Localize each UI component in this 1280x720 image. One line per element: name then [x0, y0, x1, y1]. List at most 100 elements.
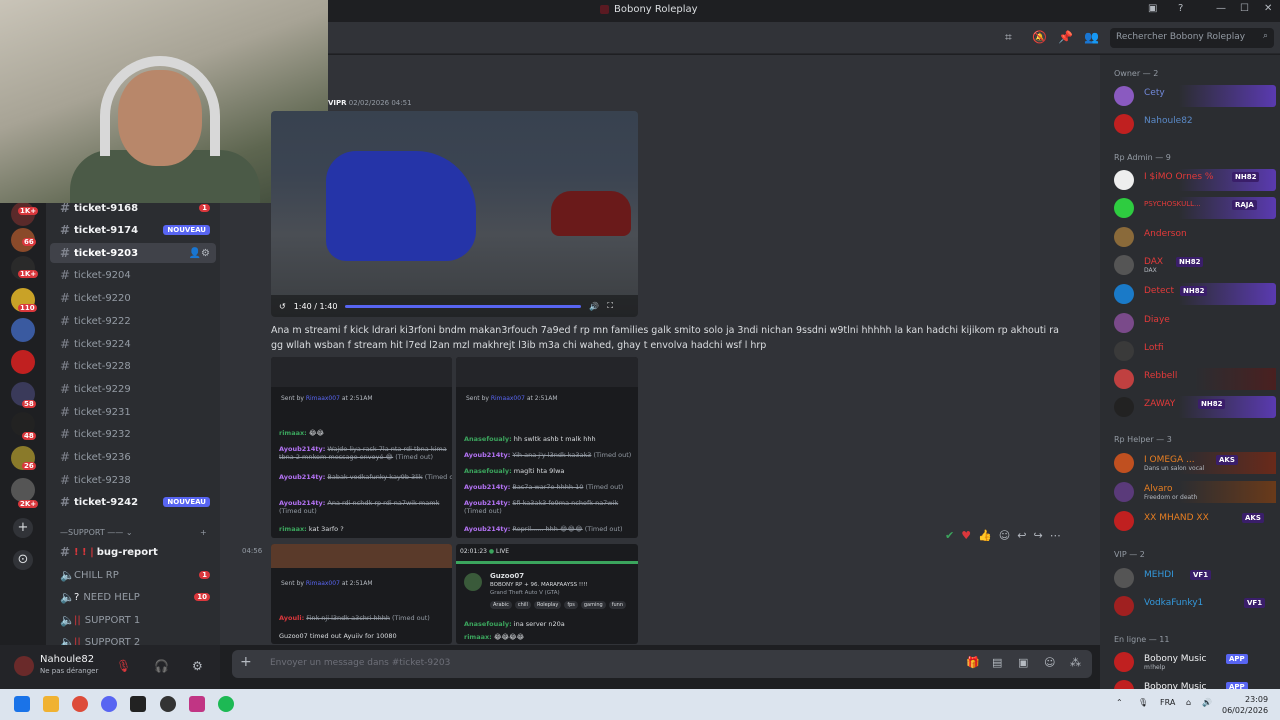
input-language[interactable]: FRA — [1160, 698, 1175, 707]
file-explorer-icon[interactable] — [43, 696, 59, 712]
channel-item[interactable]: # ticket-9242 NOUVEAU — [50, 492, 216, 512]
member-item[interactable]: ZAWAY NH82 — [1114, 396, 1276, 418]
channel-item[interactable]: # ticket-9231 — [50, 402, 216, 422]
member-item[interactable]: Lotfi — [1114, 340, 1276, 362]
member-item[interactable]: Nahoule82 — [1114, 113, 1276, 135]
channel-item[interactable]: # ticket-9228 — [50, 356, 216, 376]
search-input[interactable]: Rechercher Bobony Roleplay ⌕ — [1110, 28, 1274, 48]
add-server-button[interactable]: + — [13, 518, 33, 538]
channel-item[interactable]: # ticket-9174 NOUVEAU — [50, 220, 216, 240]
discord-icon[interactable] — [101, 696, 117, 712]
member-item[interactable]: I $iMO Ornes % NH82 — [1114, 169, 1276, 191]
chrome-icon[interactable] — [72, 696, 88, 712]
add-reaction-icon[interactable]: ☺ — [999, 529, 1010, 542]
member-item[interactable]: XX MHAND XX AKS — [1114, 510, 1276, 532]
member-item[interactable]: I OMEGA ... AKS Dans un salon vocal — [1114, 452, 1276, 474]
channel-settings-icon[interactable]: 👤⚙ — [189, 248, 210, 259]
video-progress-bar[interactable] — [345, 304, 582, 308]
image-attachment[interactable]: 02:01:23 ● LIVE Guzoo07 BOBONY RP + 96. … — [456, 544, 638, 644]
notifications-muted-icon[interactable]: 🔕 — [1032, 30, 1047, 44]
emoji-icon[interactable]: ☺ — [1044, 656, 1055, 669]
add-channel-icon[interactable]: + — [200, 528, 207, 537]
spotify-icon[interactable] — [218, 696, 234, 712]
message-text: Ana m streami f kick ldrari ki3rfoni bnd… — [271, 325, 1059, 351]
avatar — [1114, 397, 1134, 417]
image-attachment[interactable]: Sent by Rimaax007 at 2:51AM Ayouli: Fink… — [271, 544, 452, 644]
server-icon[interactable] — [11, 350, 35, 374]
maximize-button[interactable]: ☐ — [1240, 3, 1249, 14]
voice-channel-item[interactable]: 🔈? NEED HELP 10 — [50, 587, 216, 607]
member-item[interactable]: Bobony Music APP m!help — [1114, 651, 1276, 673]
video-attachment[interactable]: ↺ 1:40 / 1:40 🔊 ⛶ — [271, 111, 638, 317]
mic-muted-icon[interactable]: 🎙 — [116, 659, 131, 673]
capcut-icon[interactable] — [130, 696, 146, 712]
member-item[interactable]: Diaye — [1114, 312, 1276, 334]
heart-reaction-icon[interactable]: ♥ — [961, 529, 971, 542]
clock[interactable]: 23:09 06/02/2026 — [1222, 694, 1268, 716]
mic-icon[interactable]: 🎙 — [1138, 698, 1148, 707]
threads-icon[interactable]: ⌗ — [1005, 30, 1012, 45]
pin-icon[interactable]: 📌 — [1058, 30, 1073, 44]
voice-channel-item[interactable]: 🔈 || SUPPORT 2 — [50, 632, 216, 645]
member-item[interactable]: Detect NH82 — [1114, 283, 1276, 305]
attach-plus-icon[interactable]: + — [240, 654, 252, 670]
server-icon[interactable] — [11, 478, 35, 502]
member-item[interactable]: PSYCHOSKULL... RAJA — [1114, 197, 1276, 219]
inbox-icon[interactable]: ▣ — [1148, 3, 1157, 14]
member-item[interactable]: VodkaFunky1 VF1 — [1114, 595, 1276, 617]
check-reaction-icon[interactable]: ✔ — [945, 529, 954, 542]
member-list-icon[interactable]: 👥 — [1084, 30, 1099, 44]
member-item[interactable]: Anderson — [1114, 226, 1276, 248]
image-attachment[interactable]: Sent by Rimaax007 at 2:51AM Anasefoualy:… — [456, 357, 638, 538]
member-item[interactable]: DAX NH82 DAX — [1114, 254, 1276, 276]
volume-icon[interactable]: 🔊 — [589, 302, 599, 311]
channel-header: ⌗ 🔕 📌 👥 Rechercher Bobony Roleplay ⌕ — [220, 22, 1280, 54]
channel-item[interactable]: # ticket-9222 — [50, 311, 216, 331]
image-attachment[interactable]: Sent by Rimaax007 at 2:51AM rimaax: 😂😂 A… — [271, 357, 452, 538]
network-icon[interactable]: ⌂ — [1186, 698, 1191, 707]
hash-icon: # — [60, 405, 71, 419]
help-icon[interactable]: ? — [1178, 3, 1183, 14]
headphones-muted-icon[interactable]: 🎧 — [154, 659, 169, 673]
volume-icon[interactable]: 🔊 — [1202, 698, 1212, 707]
message-composer[interactable]: + Envoyer un message dans #ticket-9203 🎁… — [232, 650, 1092, 678]
channel-item[interactable]: # ticket-9229 — [50, 379, 216, 399]
server-icon[interactable] — [11, 318, 35, 342]
voice-channel-item[interactable]: 🔈 || SUPPORT 1 — [50, 610, 216, 630]
fullscreen-icon[interactable]: ⛶ — [607, 301, 613, 311]
thumbs-up-reaction-icon[interactable]: 👍 — [978, 529, 992, 542]
voice-channel-item[interactable]: 🔈 CHILL RP 1 — [50, 565, 216, 585]
unread-badge: 48 — [22, 432, 36, 440]
avatar — [1114, 86, 1134, 106]
member-item[interactable]: Cety — [1114, 85, 1276, 107]
tray-chevron-icon[interactable]: ⌃ — [1116, 698, 1123, 707]
member-item[interactable]: Alvaro Freedom or death — [1114, 481, 1276, 503]
discover-icon[interactable]: ⊙ — [13, 550, 33, 570]
channel-item[interactable]: # ticket-9224 — [50, 334, 216, 354]
member-item[interactable]: MEHDI VF1 — [1114, 567, 1276, 589]
channel-item[interactable]: # ticket-9236 — [50, 447, 216, 467]
channel-item[interactable]: # ticket-9204 — [50, 265, 216, 285]
obs-icon[interactable] — [160, 696, 176, 712]
start-icon[interactable] — [14, 696, 30, 712]
apps-icon[interactable]: ⁂ — [1070, 656, 1081, 669]
settings-gear-icon[interactable]: ⚙ — [192, 659, 203, 673]
gif-icon[interactable]: ▤ — [992, 656, 1002, 669]
avatar[interactable] — [14, 656, 34, 676]
member-item[interactable]: Rebbell — [1114, 368, 1276, 390]
channel-item-active[interactable]: # ticket-9203 👤⚙ — [50, 243, 216, 263]
forward-icon[interactable]: ↪ — [1033, 529, 1042, 542]
category-support[interactable]: —SUPPORT —— ⌄ + — [60, 528, 207, 537]
replay-icon[interactable]: ↺ — [279, 302, 286, 311]
sticker-icon[interactable]: ▣ — [1018, 656, 1028, 669]
channel-item[interactable]: # ticket-9232 — [50, 424, 216, 444]
more-options-icon[interactable]: ⋯ — [1050, 529, 1061, 542]
close-button[interactable]: ✕ — [1264, 3, 1272, 14]
gift-icon[interactable]: 🎁 — [966, 656, 980, 669]
minimize-button[interactable]: — — [1216, 3, 1226, 14]
channel-item[interactable]: # ticket-9220 — [50, 288, 216, 308]
channel-item[interactable]: # ticket-9238 — [50, 470, 216, 490]
channel-item[interactable]: #! ! | bug-report — [50, 542, 216, 562]
instagram-icon[interactable] — [189, 696, 205, 712]
reply-icon[interactable]: ↩ — [1017, 529, 1026, 542]
